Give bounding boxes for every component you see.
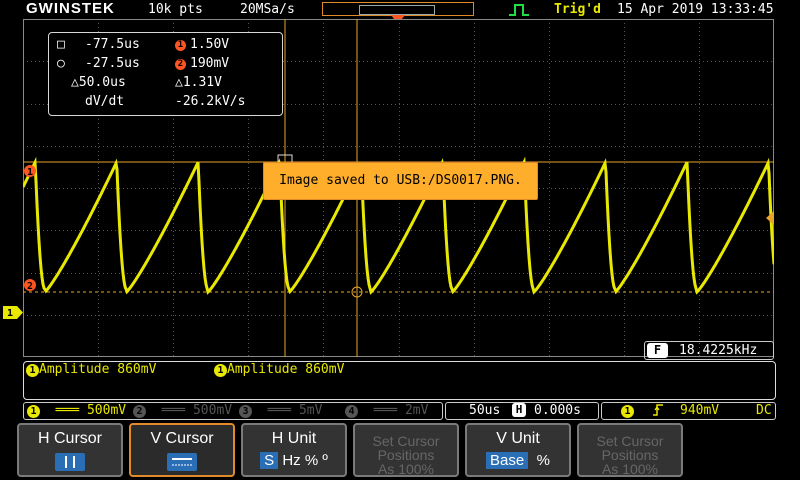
cursor1-volt: 1.50V bbox=[190, 37, 230, 52]
ch2-icon: 2 bbox=[133, 405, 146, 418]
sample-rate: 20MSa/s bbox=[240, 2, 295, 17]
set-v-cursor-line2: Positions bbox=[601, 447, 659, 463]
trigger-level: 940mV bbox=[680, 403, 720, 418]
set-h-cursor-line3: As 100% bbox=[377, 461, 435, 477]
timebase-scale: 50us bbox=[469, 403, 501, 418]
v-unit-label: V Unit bbox=[496, 430, 540, 447]
h-cursor-softkey[interactable]: H Cursor bbox=[17, 423, 123, 477]
measurement-2[interactable]: 1 Amplitude 860mV bbox=[214, 362, 344, 377]
measurement-2-channel-icon: 1 bbox=[214, 364, 227, 377]
delta-time: △50.0us bbox=[71, 75, 126, 90]
measurement-2-label: Amplitude 860mV bbox=[227, 362, 345, 377]
record-length: 10k pts bbox=[148, 2, 203, 17]
slope-label: dV/dt bbox=[85, 94, 125, 109]
h-unit-option-percent: % bbox=[304, 452, 319, 469]
frequency-counter: F 18.4225kHz bbox=[644, 341, 774, 360]
h-cursor-icon bbox=[55, 453, 85, 471]
v-unit-option-base: Base bbox=[486, 452, 529, 469]
set-v-cursor-line3: As 100% bbox=[601, 461, 659, 477]
horizontal-position: 0.000s bbox=[534, 403, 581, 418]
cursor2-marker-icon: 2 bbox=[175, 56, 186, 71]
ch3-scale: 5mV bbox=[298, 403, 323, 418]
h-cursor-label: H Cursor bbox=[37, 430, 102, 447]
frequency-icon: F bbox=[647, 343, 668, 358]
v-unit-option-percent: % bbox=[536, 452, 550, 469]
datetime: 15 Apr 2019 13:33:45 bbox=[617, 2, 774, 17]
delta-volt: △1.31V bbox=[175, 75, 222, 90]
svg-text:1: 1 bbox=[7, 308, 13, 319]
v-cursor-icon bbox=[167, 453, 197, 471]
h-unit-option-s: S bbox=[260, 452, 279, 469]
set-h-cursor-line2: Positions bbox=[377, 447, 435, 463]
circle-cursor-icon: ○ bbox=[57, 56, 65, 71]
ch1-status[interactable]: 1 ═══ 500mV bbox=[27, 403, 126, 418]
image-saved-toast: Image saved to USB:/DS0017.PNG. bbox=[263, 162, 538, 200]
h-cursor-2-marker-label: 2 bbox=[27, 281, 33, 292]
ch1-ground-marker[interactable]: 1 bbox=[3, 306, 23, 319]
set-h-cursor-line1: Set Cursor bbox=[372, 433, 440, 449]
h-unit-option-degree: º bbox=[322, 452, 328, 469]
cursor1-time: -77.5us bbox=[85, 37, 140, 52]
v-cursor-label: V Cursor bbox=[150, 430, 214, 447]
set-v-cursor-line1: Set Cursor bbox=[596, 433, 664, 449]
v-unit-softkey[interactable]: V Unit Base % bbox=[465, 423, 571, 477]
cursor2-time: -27.5us bbox=[85, 56, 140, 71]
cursor1-marker-icon: 1 bbox=[175, 37, 186, 52]
v-cursor-softkey[interactable]: V Cursor bbox=[129, 423, 235, 477]
ch3-icon: 3 bbox=[239, 405, 252, 418]
ch4-icon: 4 bbox=[345, 405, 358, 418]
cursor-readout-panel: □ -77.5us 1 1.50V ○ -27.5us 2 190mV △50.… bbox=[48, 32, 283, 116]
memory-window bbox=[359, 5, 435, 15]
gwinstek-logo: GWINSTEK bbox=[26, 0, 115, 17]
trigger-coupling: DC bbox=[756, 403, 772, 418]
horizontal-position-icon: H bbox=[512, 403, 526, 417]
set-h-cursor-100-softkey[interactable]: Set Cursor Positions As 100% bbox=[353, 423, 459, 477]
trigger-edge-icon bbox=[509, 4, 529, 16]
ch2-status[interactable]: 2 ═══ 500mV bbox=[133, 403, 232, 418]
measurement-1-label: Amplitude 860mV bbox=[39, 362, 157, 377]
ch4-scale: 2mV bbox=[404, 403, 429, 418]
ch1-icon: 1 bbox=[27, 405, 40, 418]
ch2-scale: 500mV bbox=[192, 403, 233, 418]
h-unit-option-hz: Hz bbox=[282, 452, 301, 469]
set-v-cursor-100-softkey[interactable]: Set Cursor Positions As 100% bbox=[577, 423, 683, 477]
measurement-1-channel-icon: 1 bbox=[26, 364, 39, 377]
ch1-scale: 500mV bbox=[86, 403, 127, 418]
measurement-1[interactable]: 1 Amplitude 860mV bbox=[26, 362, 156, 377]
h-cursor-1-marker-label: 1 bbox=[27, 167, 33, 178]
trigger-status: Trig'd bbox=[554, 2, 601, 17]
square-cursor-icon: □ bbox=[57, 37, 65, 52]
ch3-status[interactable]: 3 ═══ 5mV bbox=[239, 403, 322, 418]
memory-bar bbox=[322, 2, 474, 16]
h-unit-label: H Unit bbox=[271, 430, 317, 447]
cursor2-volt: 190mV bbox=[190, 56, 230, 71]
status-bar: 1 ═══ 500mV 2 ═══ 500mV 3 ═══ 5mV 4 ═══ … bbox=[23, 402, 776, 420]
h-unit-softkey[interactable]: H Unit S Hz % º bbox=[241, 423, 347, 477]
trigger-source-icon: 1 bbox=[621, 403, 634, 418]
ch4-status[interactable]: 4 ═══ 2mV bbox=[345, 403, 428, 418]
rising-edge-icon bbox=[653, 404, 663, 416]
frequency-value: 18.4225kHz bbox=[679, 343, 758, 358]
slope-value: -26.2kV/s bbox=[175, 94, 246, 109]
